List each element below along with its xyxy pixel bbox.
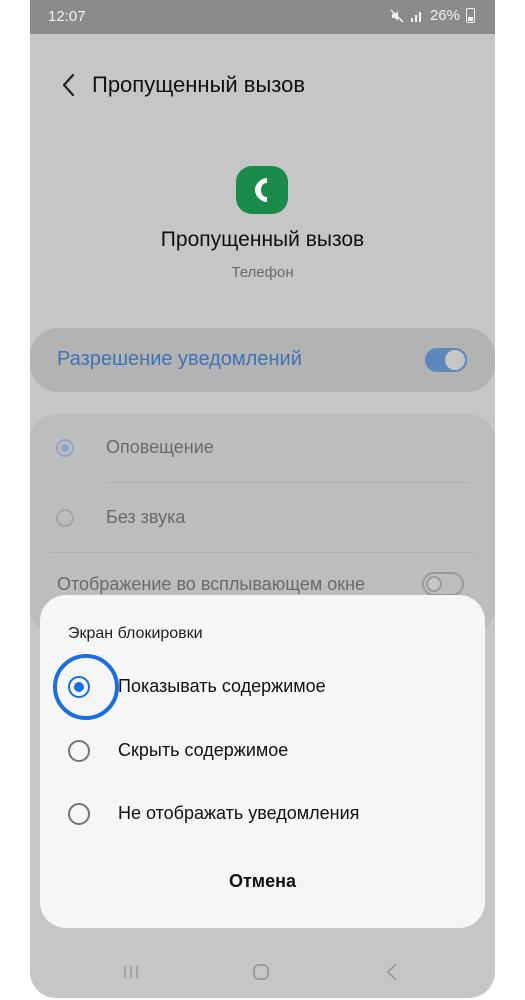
cancel-button[interactable]: Отмена (40, 871, 485, 892)
toggle-knob (445, 350, 465, 370)
option-label: Не отображать уведомления (118, 803, 360, 823)
radio-button-selected[interactable] (56, 439, 74, 457)
battery-icon (466, 8, 475, 23)
phone-app-icon (236, 166, 288, 214)
phone-screen: 12:07 26% Пропущенный вызов Пропущенный … (30, 0, 495, 998)
option-hide-content[interactable]: Скрыть содержимое (40, 723, 485, 779)
alert-option-label: Оповещение (106, 437, 214, 457)
page-title: Пропущенный вызов (92, 72, 306, 97)
radio-button-selected[interactable] (68, 676, 90, 698)
status-time: 12:07 (48, 8, 86, 25)
alert-option-silent[interactable]: Без звука (30, 490, 495, 546)
back-icon[interactable] (385, 962, 399, 982)
permission-label: Разрешение уведомлений (57, 348, 302, 370)
radio-button[interactable] (68, 740, 90, 762)
navigation-bar (30, 948, 495, 998)
option-label: Показывать содержимое (118, 676, 326, 696)
alert-option-sound[interactable]: Оповещение (30, 420, 495, 476)
divider (50, 552, 475, 553)
option-show-content[interactable]: Показывать содержимое (40, 659, 485, 715)
popup-toggle[interactable] (422, 572, 464, 596)
app-name: Пропущенный вызов (160, 228, 365, 251)
divider (106, 482, 469, 483)
toggle-knob (426, 576, 442, 592)
dialog-title: Экран блокировки (68, 625, 203, 642)
chevron-left-icon[interactable] (54, 70, 84, 100)
radio-button[interactable] (56, 509, 74, 527)
popup-label: Отображение во всплывающем окне (57, 574, 366, 594)
mute-icon (390, 8, 404, 23)
option-label: Скрыть содержимое (118, 740, 289, 760)
signal-icon (410, 11, 421, 22)
lock-screen-dialog: Экран блокировки Показывать содержимое С… (40, 595, 485, 928)
permission-toggle[interactable] (425, 348, 467, 372)
radio-button[interactable] (68, 803, 90, 825)
alert-option-label: Без звука (106, 507, 186, 527)
app-header: Пропущенный вызов (30, 60, 495, 110)
recent-apps-icon[interactable] (122, 965, 140, 979)
status-bar: 12:07 26% (30, 0, 495, 34)
option-hide-notifications[interactable]: Не отображать уведомления (40, 786, 485, 842)
home-icon[interactable] (253, 964, 269, 980)
battery-percent: 26% (429, 7, 460, 24)
status-icons: 26% (390, 7, 475, 24)
permission-row[interactable]: Разрешение уведомлений (30, 328, 495, 392)
app-subtitle: Телефон (231, 264, 294, 281)
